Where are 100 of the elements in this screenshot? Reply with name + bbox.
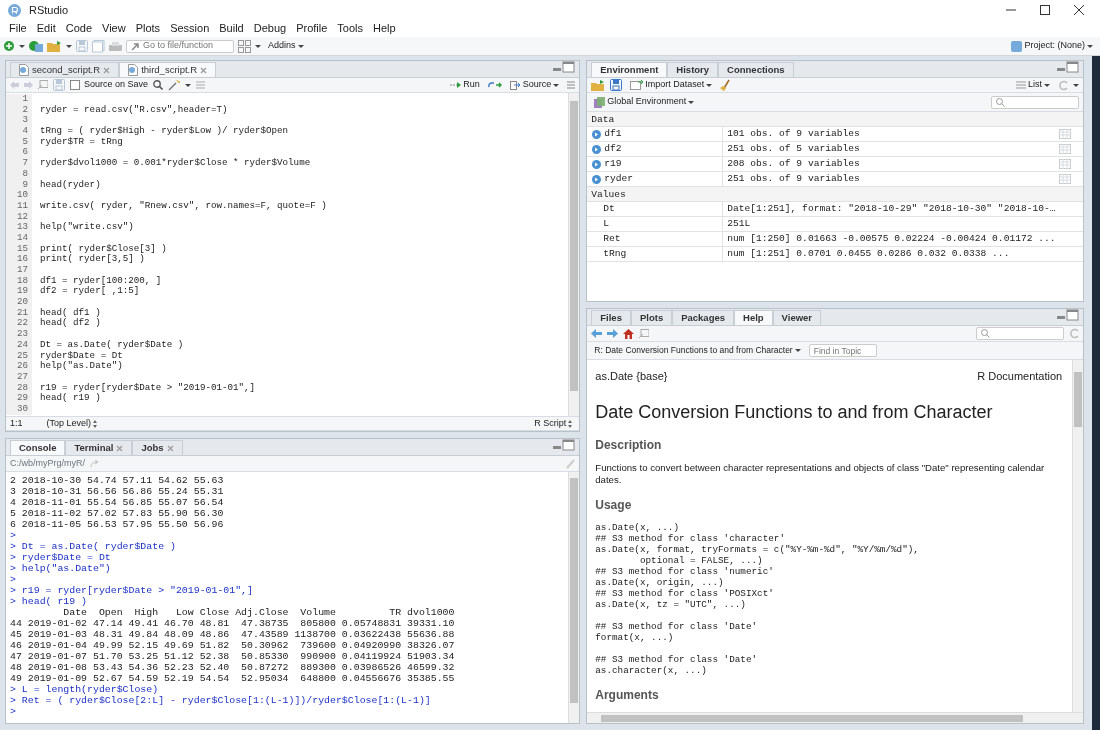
scope-menu[interactable]: (Top Level)	[43, 416, 101, 431]
pane-tab[interactable]: second_script.R	[10, 62, 120, 77]
table-view-icon[interactable]	[1059, 159, 1071, 169]
pane-tab[interactable]: Files	[591, 310, 631, 325]
line-number: 18	[6, 275, 32, 287]
refresh-icon[interactable]	[1069, 328, 1079, 339]
scrollbar[interactable]	[568, 93, 580, 416]
line-number: 26	[6, 361, 32, 372]
new-window-icon[interactable]	[639, 328, 650, 339]
caret-icon[interactable]	[66, 44, 72, 48]
caret-icon[interactable]	[706, 83, 713, 87]
forward-icon[interactable]	[607, 329, 619, 338]
command-text: > r19 = ryder[ryder$Date > "2019-01-01",]	[10, 585, 254, 596]
menu-item[interactable]: File	[4, 20, 32, 37]
environment-scope-menu[interactable]: Global Environment	[591, 95, 698, 109]
expand-icon[interactable]	[592, 159, 602, 169]
import-dataset-menu[interactable]: Import Dataset	[627, 78, 716, 92]
search-field[interactable]	[991, 95, 1079, 109]
table-view-icon[interactable]	[1059, 129, 1071, 139]
back-icon[interactable]	[10, 81, 19, 89]
menu-item[interactable]: Help	[368, 20, 401, 37]
close-icon[interactable]	[1074, 5, 1084, 15]
save-all-icon[interactable]	[92, 39, 105, 53]
package-label: as.Date {base}	[595, 369, 668, 384]
caret-icon[interactable]	[1044, 83, 1050, 87]
caret-icon[interactable]	[255, 44, 261, 48]
caret-icon[interactable]	[19, 44, 25, 48]
expand-icon[interactable]	[592, 129, 602, 139]
menu-item[interactable]: View	[97, 20, 131, 37]
caret-icon[interactable]	[1087, 44, 1093, 48]
menu-item[interactable]: Edit	[31, 20, 61, 37]
open-folder-icon[interactable]	[591, 79, 606, 91]
line-number: 25	[6, 350, 32, 362]
command-text: > Dt = as.Date( ryder$Date )	[10, 541, 177, 552]
back-icon[interactable]	[591, 329, 603, 338]
pane-tab[interactable]: History	[667, 62, 719, 77]
search-icon[interactable]	[153, 80, 164, 90]
wand-icon[interactable]	[168, 79, 181, 91]
code-line: tRng = ( ryder$High - ryder$Low )/ ryder$Open	[39, 126, 289, 137]
caret-icon[interactable]	[297, 44, 304, 48]
refresh-icon[interactable]	[1058, 79, 1068, 91]
pane-tab[interactable]: Terminal	[65, 440, 133, 455]
menu-item[interactable]: Session	[165, 20, 215, 37]
pane-tab[interactable]: Viewer	[772, 310, 822, 325]
project-menu[interactable]: Project: (None)	[1008, 39, 1096, 53]
menu-item[interactable]: Code	[60, 20, 97, 37]
pane-tab[interactable]: Connections	[718, 62, 794, 77]
caret-icon[interactable]	[553, 83, 560, 87]
pane-tab[interactable]: Environment	[591, 62, 668, 77]
save-icon[interactable]	[610, 79, 623, 91]
forward-icon[interactable]	[24, 81, 33, 89]
expand-icon[interactable]	[592, 144, 602, 154]
pane-resize-icon[interactable]	[1056, 309, 1079, 321]
menu-item[interactable]: Profile	[291, 20, 333, 37]
pane-tab[interactable]: Plots	[630, 310, 673, 325]
rerun-icon[interactable]	[487, 81, 502, 89]
find-in-topic-field[interactable]: Find in Topic	[808, 344, 877, 357]
addins-menu[interactable]: Addins	[265, 39, 307, 53]
pane-tab[interactable]: Help	[734, 310, 773, 325]
pane-tab[interactable]: Packages	[672, 310, 734, 325]
pane-tab[interactable]: Console	[10, 440, 66, 455]
menu-item[interactable]: Build	[214, 20, 249, 37]
caret-icon[interactable]	[1073, 83, 1079, 87]
maximize-icon[interactable]	[1040, 5, 1050, 15]
help-title: Date Conversion Functions to and from Character	[595, 400, 994, 424]
table-view-icon[interactable]	[1059, 144, 1071, 154]
caret-icon[interactable]	[688, 100, 695, 104]
menu-icon[interactable]	[567, 81, 576, 89]
go-to-directory-icon[interactable]	[90, 459, 99, 468]
scrollbar[interactable]	[587, 712, 1083, 723]
table-view-icon[interactable]	[1059, 174, 1071, 184]
topic-menu[interactable]: R: Date Conversion Functions to and from Character	[591, 344, 804, 357]
pane-resize-icon[interactable]	[552, 439, 576, 451]
menu-item[interactable]: Plots	[130, 20, 166, 37]
menu-item[interactable]: Debug	[248, 20, 292, 37]
source-button[interactable]: Source	[506, 78, 563, 92]
caret-icon[interactable]	[794, 349, 801, 352]
pane-tab[interactable]: Jobs	[132, 440, 183, 455]
home-icon[interactable]	[623, 328, 635, 339]
view-mode-menu[interactable]: List	[1013, 78, 1053, 92]
output-text: 3 2018-10-31 56.56 56.86 55.24 55.31	[10, 486, 225, 497]
search-field[interactable]	[976, 327, 1064, 340]
working-directory: C:/wb/myPrg/myR/	[10, 456, 85, 470]
pane-tab[interactable]: third_script.R	[119, 62, 217, 77]
go-to-file-field[interactable]: Go to file/function	[126, 39, 234, 53]
file-type-menu[interactable]: R Script	[531, 416, 576, 431]
documentation-label: R Documentation	[977, 369, 1063, 384]
line-number: 5	[6, 136, 32, 148]
pane-resize-icon[interactable]	[552, 61, 576, 73]
caret-icon[interactable]	[185, 83, 192, 87]
source-on-save-checkbox[interactable]: Source on Save	[70, 78, 149, 92]
scrollbar[interactable]	[1072, 360, 1083, 712]
expand-icon[interactable]	[592, 174, 602, 184]
code-line: head( r19 )	[39, 393, 101, 404]
print-icon[interactable]	[109, 40, 122, 52]
pane-resize-icon[interactable]	[1056, 61, 1079, 73]
menu-item[interactable]: Tools	[332, 20, 369, 37]
new-window-icon[interactable]	[38, 80, 48, 90]
run-button[interactable]: Run	[447, 78, 483, 92]
scrollbar[interactable]	[568, 472, 580, 723]
